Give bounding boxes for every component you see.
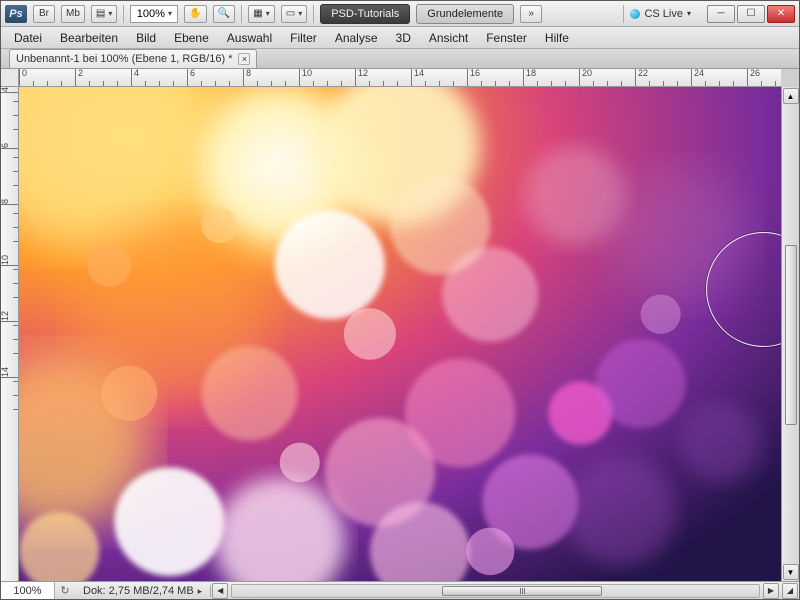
grid-icon: ▦ <box>253 8 262 19</box>
scroll-left-button[interactable]: ◀ <box>212 583 228 599</box>
ruler-tick: 8 <box>1 199 18 205</box>
zoom-icon: 🔍 <box>218 8 230 19</box>
menu-ansicht[interactable]: Ansicht <box>420 28 477 48</box>
canvas-image <box>19 87 781 581</box>
screen-mode-button[interactable]: ▭ <box>281 5 307 23</box>
ruler-tick: 0 <box>19 69 27 86</box>
menu-ebene[interactable]: Ebene <box>165 28 218 48</box>
ruler-origin[interactable] <box>1 69 19 87</box>
canvas-viewport <box>19 87 781 581</box>
status-document-info[interactable]: Dok: 2,75 MB/2,74 MB <box>75 585 211 597</box>
horizontal-scrollbar[interactable] <box>231 584 760 598</box>
ruler-tick: 14 <box>411 69 424 86</box>
scroll-up-button[interactable]: ▲ <box>783 88 799 104</box>
zoom-level-field[interactable]: 100% <box>130 5 178 23</box>
status-zoom-field[interactable]: 100% <box>1 582 55 599</box>
status-bar: 100% ↻ Dok: 2,75 MB/2,74 MB ◀ ▶ ◢ <box>1 581 799 599</box>
cs-live-label: CS Live <box>644 8 683 20</box>
cs-live-icon <box>630 9 640 19</box>
vertical-ruler[interactable]: 4 6 8 10 12 14 <box>1 87 19 581</box>
ruler-tick: 6 <box>187 69 195 86</box>
document-tab-close[interactable]: × <box>238 53 250 65</box>
vertical-scrollbar[interactable]: ▲ ▼ <box>781 87 799 581</box>
ruler-tick: 16 <box>467 69 480 86</box>
maximize-button[interactable]: ☐ <box>737 5 765 23</box>
document-tab-strip: Unbenannt-1 bei 100% (Ebene 1, RGB/16) *… <box>1 49 799 69</box>
resize-grip[interactable]: ◢ <box>782 583 798 599</box>
scroll-down-button[interactable]: ▼ <box>783 564 799 580</box>
ruler-tick: 20 <box>579 69 592 86</box>
view-extras-button[interactable]: ▤ <box>91 5 117 23</box>
menu-hilfe[interactable]: Hilfe <box>536 28 578 48</box>
ruler-tick: 26 <box>747 69 760 86</box>
minimize-button[interactable]: ─ <box>707 5 735 23</box>
workspace-grundelemente[interactable]: Grundelemente <box>416 4 514 24</box>
scroll-right-button[interactable]: ▶ <box>763 583 779 599</box>
menu-filter[interactable]: Filter <box>281 28 326 48</box>
minibridge-button[interactable]: Mb <box>61 5 85 23</box>
menu-bearbeiten[interactable]: Bearbeiten <box>51 28 127 48</box>
document-tab-title: Unbenannt-1 bei 100% (Ebene 1, RGB/16) * <box>16 53 232 65</box>
ruler-tick: 6 <box>1 143 18 149</box>
ruler-tick: 14 <box>1 367 18 378</box>
arrange-documents-button[interactable]: ▦ <box>248 5 274 23</box>
horizontal-ruler[interactable]: 0246810121416182022242628 <box>19 69 781 87</box>
ruler-tick: 4 <box>131 69 139 86</box>
ruler-tick: 18 <box>523 69 536 86</box>
bridge-button[interactable]: Br <box>33 5 55 23</box>
app-logo: Ps <box>5 5 27 23</box>
menu-bar: Datei Bearbeiten Bild Ebene Auswahl Filt… <box>1 27 799 49</box>
menu-analyse[interactable]: Analyse <box>326 28 387 48</box>
screen-icon: ▭ <box>286 8 295 19</box>
ruler-tick: 12 <box>1 311 18 322</box>
menu-datei[interactable]: Datei <box>5 28 51 48</box>
workspace-psd-tutorials[interactable]: PSD-Tutorials <box>320 4 410 24</box>
ruler-tick: 10 <box>299 69 312 86</box>
hand-tool-button[interactable]: ✋ <box>184 5 206 23</box>
separator <box>123 5 124 23</box>
ruler-tick: 10 <box>1 255 18 266</box>
ruler-tick: 2 <box>75 69 83 86</box>
separator <box>313 5 314 23</box>
zoom-tool-button[interactable]: 🔍 <box>213 5 235 23</box>
workspace: 0246810121416182022242628 468101214 <box>1 69 799 599</box>
separator <box>241 5 242 23</box>
application-bar: Ps Br Mb ▤ 100% ✋ 🔍 ▦ ▭ PSD-Tutorials Gr… <box>1 1 799 27</box>
menu-fenster[interactable]: Fenster <box>477 28 536 48</box>
filmstrip-icon: ▤ <box>96 8 105 19</box>
ruler-tick: 12 <box>355 69 368 86</box>
menu-auswahl[interactable]: Auswahl <box>218 28 281 48</box>
hand-icon: ✋ <box>189 8 201 19</box>
document-tab[interactable]: Unbenannt-1 bei 100% (Ebene 1, RGB/16) *… <box>9 49 257 68</box>
chevron-down-icon: ▾ <box>687 9 691 18</box>
window-controls: ─ ☐ ✕ <box>707 5 795 23</box>
status-sync-icon[interactable]: ↻ <box>55 584 75 597</box>
close-button[interactable]: ✕ <box>767 5 795 23</box>
ruler-tick: 24 <box>691 69 704 86</box>
workspace-expand-button[interactable]: » <box>520 5 542 23</box>
cs-live-button[interactable]: CS Live ▾ <box>623 5 697 23</box>
ruler-tick: 8 <box>243 69 251 86</box>
horizontal-scroll-thumb[interactable] <box>442 586 602 596</box>
menu-3d[interactable]: 3D <box>387 28 420 48</box>
ruler-tick: 22 <box>635 69 648 86</box>
menu-bild[interactable]: Bild <box>127 28 165 48</box>
vertical-scroll-thumb[interactable] <box>785 245 797 425</box>
document-canvas[interactable] <box>19 87 781 581</box>
ruler-tick: 4 <box>1 87 18 93</box>
